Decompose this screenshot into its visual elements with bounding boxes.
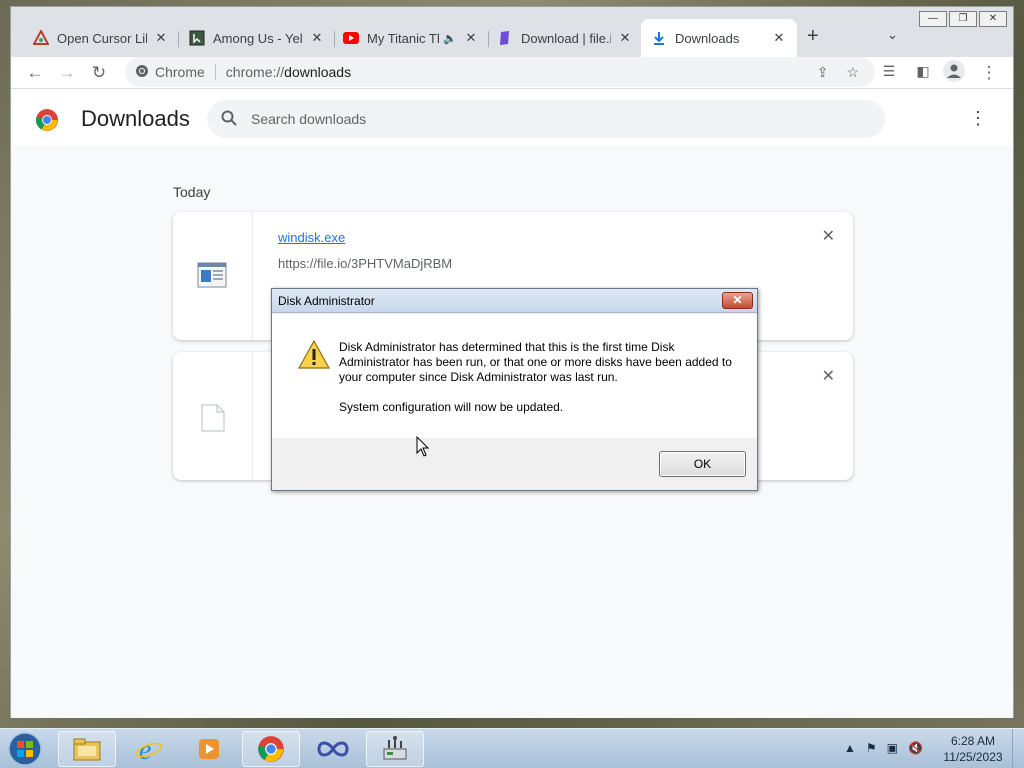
tab-downloads[interactable]: Downloads ✕ xyxy=(641,19,797,57)
close-tab-icon[interactable]: ✕ xyxy=(463,30,479,46)
file-icon-column xyxy=(173,212,253,340)
dialog-body: Disk Administrator has determined that t… xyxy=(272,314,757,438)
network-icon[interactable]: ▣ xyxy=(887,741,898,755)
dialog-message: Disk Administrator has determined that t… xyxy=(339,340,732,384)
warning-icon xyxy=(297,339,331,374)
chrome-logo-icon xyxy=(35,108,59,137)
search-placeholder: Search downloads xyxy=(251,111,367,127)
close-tab-icon[interactable]: ✕ xyxy=(309,30,325,46)
download-favicon xyxy=(651,30,667,46)
site-label: Chrome xyxy=(155,64,216,80)
system-tray: ▲ ⚑ ▣ 🔇 xyxy=(844,741,923,755)
profile-avatar-icon[interactable] xyxy=(943,60,965,87)
volume-muted-icon[interactable]: 🔇 xyxy=(908,741,923,755)
taskbar: e ▲ ⚑ ▣ 🔇 6:28 AM 11/25/2023 xyxy=(0,728,1024,768)
show-desktop-button[interactable] xyxy=(1012,729,1024,768)
reading-list-icon[interactable]: ☰ xyxy=(879,63,899,80)
fileio-favicon xyxy=(497,30,513,46)
tab-fileio[interactable]: Download | file.io ✕ xyxy=(487,19,643,57)
mouse-pointer-icon xyxy=(416,435,430,463)
tab-label: Downloads xyxy=(675,30,740,46)
tab-label: Download | file.io xyxy=(521,30,611,46)
file-icon-column xyxy=(173,352,253,480)
toolbar: ← → ↻ Chrome chrome://downloads ⇪ ☆ ☰ ◧ … xyxy=(11,57,1013,89)
page-title: Downloads xyxy=(81,106,190,131)
ok-button[interactable]: OK xyxy=(659,451,746,477)
show-hidden-icons-chevron-icon[interactable]: ▲ xyxy=(844,741,856,755)
tab-titanic[interactable]: My Titanic Th 🔈 ✕ xyxy=(333,19,489,57)
back-arrow-icon[interactable]: ← xyxy=(25,63,45,83)
tab-label: Among Us - Yello xyxy=(213,30,303,46)
tab-open-cursor[interactable]: Open Cursor Libr ✕ xyxy=(23,19,179,57)
download-source-url[interactable]: https://file.io/3PHTVMaDjRBM xyxy=(278,256,452,271)
side-panel-icon[interactable]: ◧ xyxy=(913,63,933,80)
close-tab-icon[interactable]: ✕ xyxy=(771,30,787,46)
share-icon[interactable]: ⇪ xyxy=(817,64,829,81)
opencursor-favicon xyxy=(33,30,49,46)
clock-time: 6:28 AM xyxy=(950,734,996,748)
blank-file-icon xyxy=(201,404,225,437)
image-favicon xyxy=(189,30,205,46)
download-filename-link[interactable]: windisk.exe xyxy=(278,230,345,245)
chrome-menu-icon[interactable]: ⋮ xyxy=(979,63,999,83)
search-downloads-input[interactable]: Search downloads xyxy=(207,100,885,138)
tab-label: My Titanic Th xyxy=(367,30,440,46)
infinity-app-icon[interactable] xyxy=(304,731,362,767)
start-button-icon[interactable] xyxy=(6,731,44,767)
remove-download-icon[interactable]: ✕ xyxy=(822,226,835,246)
url-path: downloads xyxy=(284,64,352,80)
dialog-titlebar: Disk Administrator ✕ xyxy=(272,289,757,313)
tab-among-us[interactable]: Among Us - Yello ✕ xyxy=(179,19,335,57)
url-scheme: chrome:// xyxy=(225,64,285,80)
remove-download-icon[interactable]: ✕ xyxy=(822,366,835,386)
youtube-favicon xyxy=(343,30,359,46)
tab-strip: — ❐ ✕ Open Cursor Libr ✕ Among Us - Yell… xyxy=(11,7,1013,57)
explorer-icon[interactable] xyxy=(58,731,116,767)
dialog-close-button[interactable]: ✕ xyxy=(722,292,753,309)
new-tab-button[interactable]: + xyxy=(807,25,819,48)
dialog-title: Disk Administrator xyxy=(278,294,375,308)
action-center-flag-icon[interactable]: ⚑ xyxy=(866,741,877,755)
maximize-button[interactable]: ❐ xyxy=(949,11,977,27)
speaker-icon[interactable]: 🔈 xyxy=(443,32,457,45)
forward-arrow-icon[interactable]: → xyxy=(57,63,77,83)
reload-icon[interactable]: ↻ xyxy=(89,63,109,83)
more-actions-icon[interactable]: ⋮ xyxy=(969,108,987,129)
window-controls: — ❐ ✕ xyxy=(919,11,1007,29)
disk-admin-icon[interactable] xyxy=(366,731,424,767)
url-text: chrome://downloads xyxy=(226,64,351,80)
date-group-label: Today xyxy=(173,184,211,200)
disk-administrator-dialog: Disk Administrator ✕ Disk Administrator … xyxy=(271,288,758,491)
close-tab-icon[interactable]: ✕ xyxy=(617,30,633,46)
chrome-page-icon xyxy=(135,64,149,81)
dialog-message-secondary: System configuration will now be updated… xyxy=(339,400,564,414)
exe-file-icon xyxy=(197,262,227,293)
close-window-button[interactable]: ✕ xyxy=(979,11,1007,27)
omnibox[interactable]: Chrome chrome://downloads ⇪ ☆ xyxy=(125,57,875,87)
minimize-button[interactable]: — xyxy=(919,11,947,27)
clock-date: 11/25/2023 xyxy=(943,750,1003,764)
close-tab-icon[interactable]: ✕ xyxy=(153,30,169,46)
media-player-icon[interactable] xyxy=(180,731,238,767)
bookmark-star-icon[interactable]: ☆ xyxy=(846,64,859,81)
page-header: Downloads Search downloads ⋮ xyxy=(11,90,1013,146)
clock[interactable]: 6:28 AM 11/25/2023 xyxy=(940,733,1006,765)
search-icon xyxy=(221,110,237,129)
tab-search-chevron-icon[interactable]: ⌄ xyxy=(887,27,898,43)
tab-label: Open Cursor Libr xyxy=(57,30,147,46)
ie-icon[interactable]: e xyxy=(120,731,178,767)
chrome-icon[interactable] xyxy=(242,731,300,767)
